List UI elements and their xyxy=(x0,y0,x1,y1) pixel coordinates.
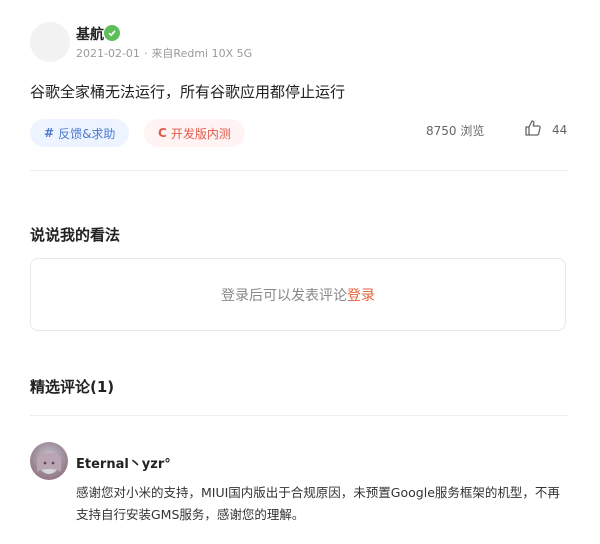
dev-icon: C xyxy=(158,126,167,140)
login-link[interactable]: 登录 xyxy=(347,285,375,305)
divider xyxy=(30,170,568,171)
thumbs-up-icon xyxy=(524,119,542,140)
view-count: 8750 浏览 xyxy=(426,124,485,138)
post-title: 谷歌全家桶无法运行，所有谷歌应用都停止运行 xyxy=(30,83,346,101)
divider xyxy=(30,415,568,416)
comment-login-box[interactable]: 登录后可以发表评论 登录 xyxy=(30,258,566,331)
post-source: 来自Redmi 10X 5G xyxy=(151,47,253,60)
tag-feedback[interactable]: # 反馈&求助 xyxy=(30,119,130,147)
comment-section-title: 说说我的看法 xyxy=(30,226,121,244)
post-meta: 2021-02-01 · 来自Redmi 10X 5G xyxy=(76,45,252,61)
featured-comments-title: 精选评论(1) xyxy=(30,378,115,396)
commenter-avatar[interactable] xyxy=(30,442,68,480)
like-count: 44 xyxy=(552,122,568,137)
login-prompt: 登录后可以发表评论 xyxy=(221,287,347,304)
post-date: 2021-02-01 xyxy=(76,47,140,60)
commenter-name[interactable]: Eternal丶yzr° xyxy=(76,453,171,472)
meta-separator: · xyxy=(143,47,148,60)
verified-badge-icon xyxy=(104,25,120,41)
comment-text: 感谢您对小米的支持，MIUI国内版出于合规原因，未预置Google服务框架的机型… xyxy=(76,485,560,522)
tag-feedback-label: 反馈&求助 xyxy=(58,126,116,141)
like-button[interactable]: 44 xyxy=(524,119,567,140)
author-name[interactable]: 基航 xyxy=(76,24,104,44)
tag-dev-beta[interactable]: C 开发版内测 xyxy=(144,119,245,147)
tag-dev-beta-label: 开发版内测 xyxy=(170,126,231,141)
author-avatar[interactable] xyxy=(30,22,70,62)
hash-icon: # xyxy=(44,126,55,140)
